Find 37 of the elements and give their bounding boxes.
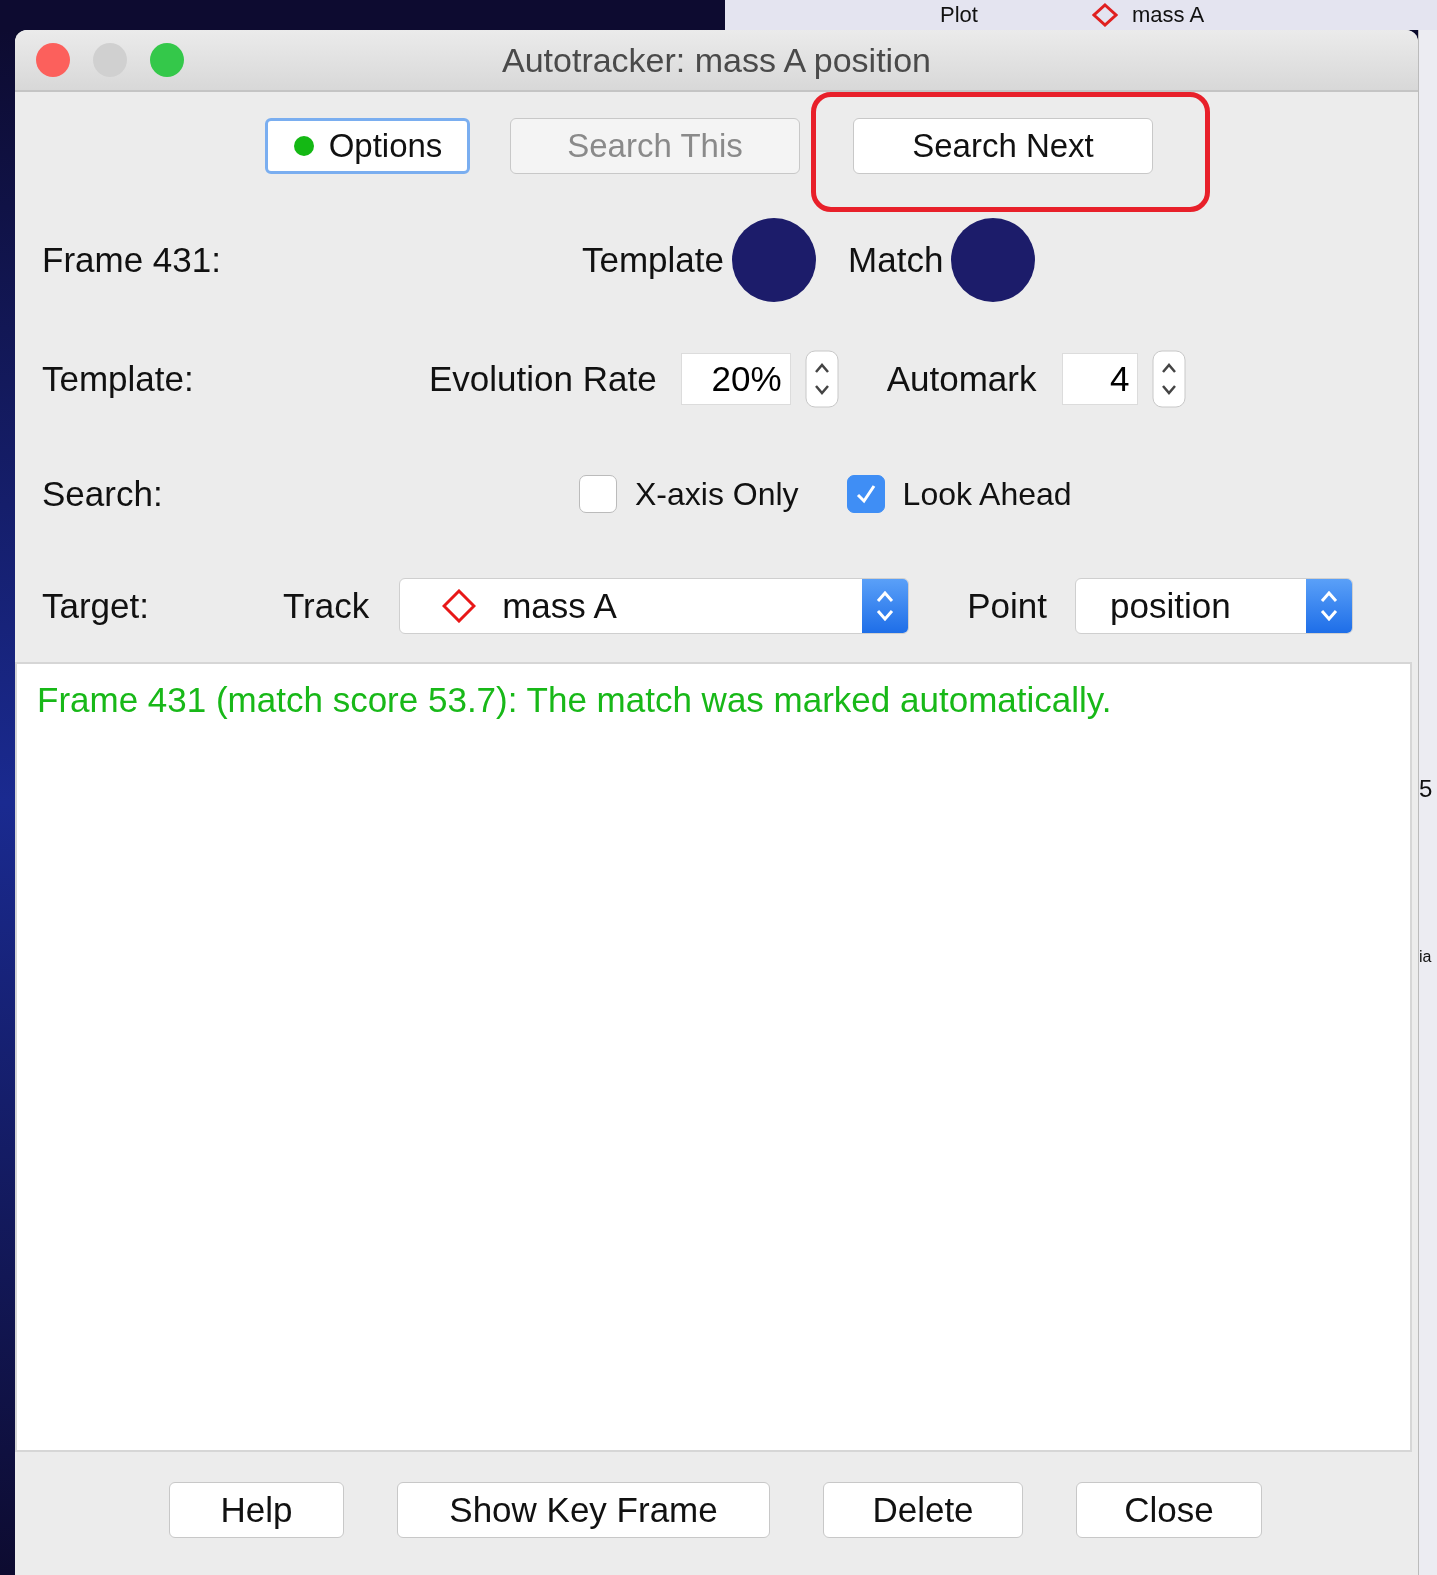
- checkbox-label: Look Ahead: [902, 475, 1072, 513]
- template-label: Template:: [42, 359, 195, 399]
- window-title: Autotracker: mass A position: [502, 40, 931, 80]
- target-label: Target:: [42, 586, 150, 626]
- stepper-icon[interactable]: [804, 350, 839, 408]
- search-button[interactable]: Search Next: [853, 118, 1153, 174]
- stepper-icon[interactable]: [1152, 350, 1187, 408]
- template-label: Template: [582, 240, 725, 280]
- footer-button[interactable]: Show Key Frame: [397, 1482, 770, 1538]
- footer-button[interactable]: Close: [1076, 1482, 1262, 1538]
- diamond-icon: [1091, 3, 1118, 27]
- checkbox-label: X-axis Only: [635, 475, 799, 513]
- dropdown[interactable]: position: [1075, 578, 1353, 634]
- field-label: Evolution Rate: [429, 359, 657, 399]
- cut-text: ia: [1419, 948, 1432, 966]
- zoom-window-button[interactable]: [150, 43, 184, 77]
- status-dot-icon: [292, 135, 315, 157]
- dropdown[interactable]: mass A: [399, 578, 910, 634]
- log-message: Frame 431 (match score 53.7): The match was marked automatically.: [37, 680, 1113, 720]
- checkbox[interactable]: [579, 475, 617, 513]
- field-label: Automark: [886, 359, 1037, 399]
- checkbox[interactable]: [846, 475, 885, 513]
- select-label: Point: [967, 586, 1047, 626]
- number-field[interactable]: 20%: [680, 353, 791, 405]
- search-label: Search:: [42, 474, 164, 514]
- close-window-button[interactable]: [36, 43, 70, 77]
- cut-text: 5: [1419, 775, 1433, 803]
- match-label: Match: [848, 240, 944, 280]
- options-button[interactable]: Options: [265, 118, 470, 174]
- diamond-icon: [442, 589, 477, 623]
- track-name[interactable]: mass A: [1131, 2, 1205, 28]
- plot-tab[interactable]: Plot: [940, 2, 978, 28]
- frame-label: Frame 431:: [42, 240, 222, 280]
- footer-button[interactable]: Help: [169, 1482, 344, 1538]
- number-field[interactable]: 4: [1062, 353, 1139, 405]
- select-label: Track: [283, 586, 370, 626]
- footer-button[interactable]: Delete: [823, 1482, 1023, 1538]
